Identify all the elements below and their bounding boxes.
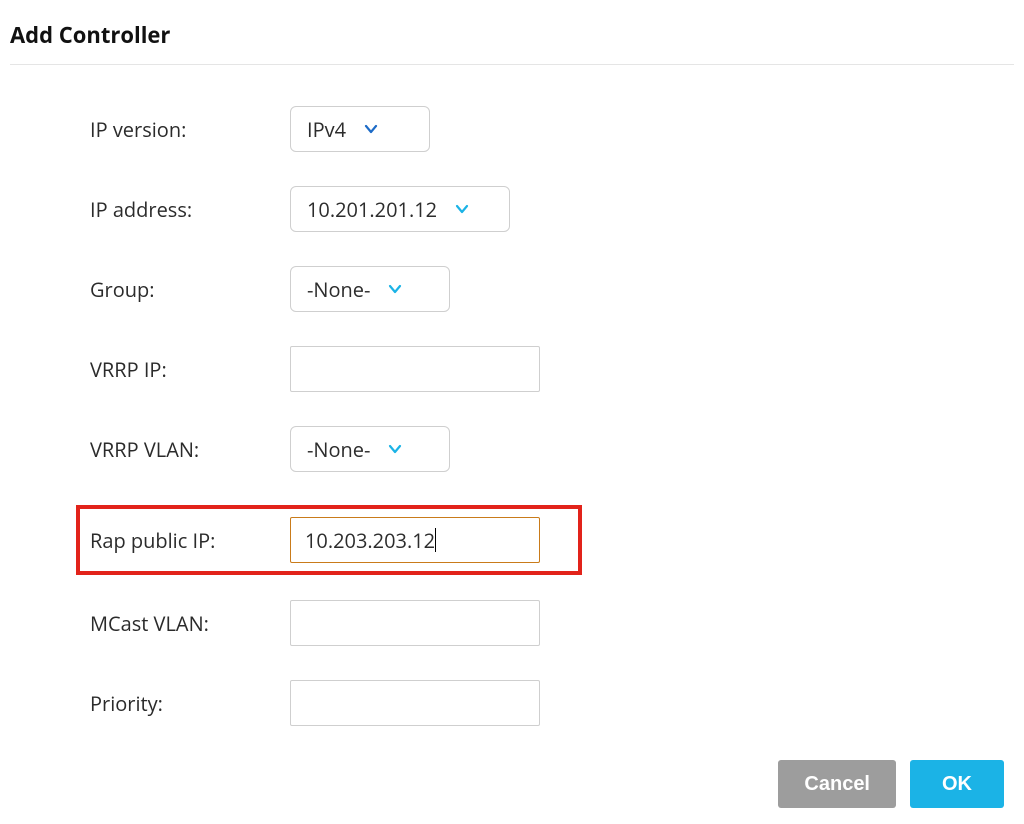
dialog-buttons: Cancel OK <box>778 760 1004 808</box>
text-caret-icon <box>435 528 436 552</box>
input-priority[interactable] <box>290 680 540 726</box>
row-ip-address: IP address: 10.201.201.12 <box>90 185 1014 233</box>
chevron-down-icon <box>364 122 378 136</box>
cancel-button[interactable]: Cancel <box>778 760 896 808</box>
label-priority: Priority: <box>90 690 290 717</box>
row-priority: Priority: <box>90 679 1014 727</box>
select-ip-version[interactable]: IPv4 <box>290 106 430 152</box>
row-mcast-vlan: MCast VLAN: <box>90 599 1014 647</box>
label-ip-version: IP version: <box>90 116 290 143</box>
select-group-value: -None- <box>307 276 370 303</box>
ok-button[interactable]: OK <box>910 760 1004 808</box>
input-rap-public-ip-value: 10.203.203.12 <box>305 527 435 554</box>
input-vrrp-ip[interactable] <box>290 346 540 392</box>
label-ip-address: IP address: <box>90 196 290 223</box>
select-ip-version-value: IPv4 <box>307 116 346 143</box>
label-group: Group: <box>90 276 290 303</box>
select-vrrp-vlan[interactable]: -None- <box>290 426 450 472</box>
chevron-down-icon <box>388 282 402 296</box>
row-vrrp-ip: VRRP IP: <box>90 345 1014 393</box>
add-controller-form: IP version: IPv4 IP address: 10.201.201.… <box>10 105 1014 727</box>
divider <box>10 64 1014 65</box>
row-group: Group: -None- <box>90 265 1014 313</box>
select-vrrp-vlan-value: -None- <box>307 436 370 463</box>
select-ip-address-value: 10.201.201.12 <box>307 196 437 223</box>
chevron-down-icon <box>455 202 469 216</box>
select-group[interactable]: -None- <box>290 266 450 312</box>
page-title: Add Controller <box>10 20 1014 50</box>
row-ip-version: IP version: IPv4 <box>90 105 1014 153</box>
row-vrrp-vlan: VRRP VLAN: -None- <box>90 425 1014 473</box>
select-ip-address[interactable]: 10.201.201.12 <box>290 186 510 232</box>
label-vrrp-ip: VRRP IP: <box>90 356 290 383</box>
input-mcast-vlan[interactable] <box>290 600 540 646</box>
row-rap-public-ip-highlighted: Rap public IP: 10.203.203.12 <box>76 505 582 575</box>
label-rap-public-ip: Rap public IP: <box>90 527 290 554</box>
label-mcast-vlan: MCast VLAN: <box>90 610 290 637</box>
chevron-down-icon <box>388 442 402 456</box>
label-vrrp-vlan: VRRP VLAN: <box>90 436 290 463</box>
input-rap-public-ip[interactable]: 10.203.203.12 <box>290 517 540 563</box>
